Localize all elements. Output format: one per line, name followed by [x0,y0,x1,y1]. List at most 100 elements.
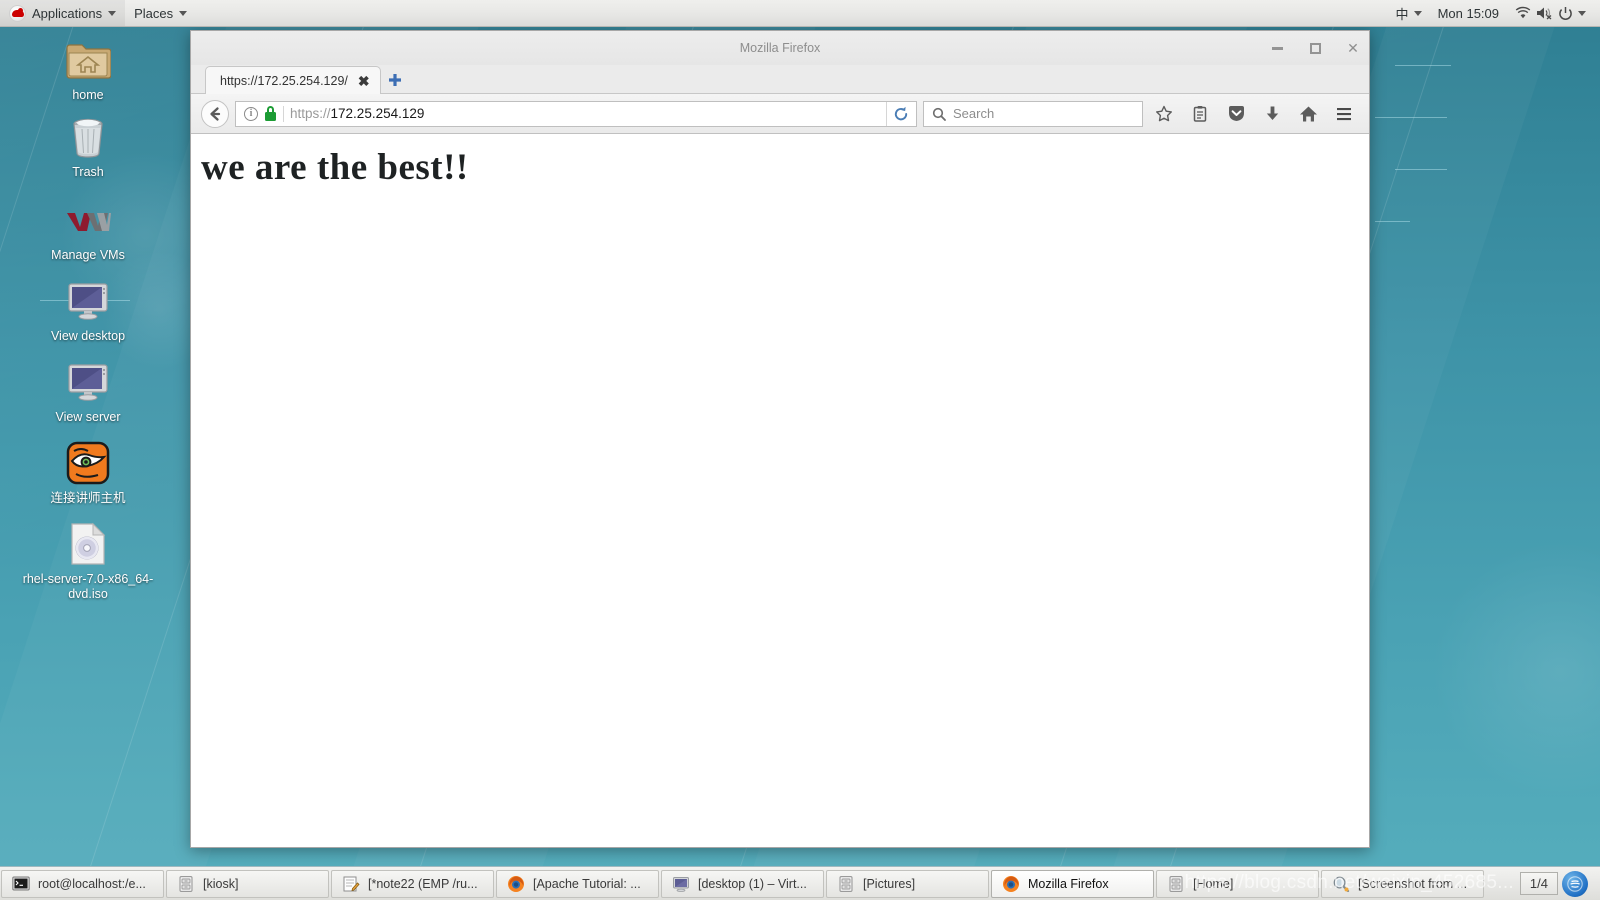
search-bar[interactable]: Search [923,100,1143,127]
terminal-icon [12,876,30,890]
desktop-icon-trash[interactable]: Trash [0,113,176,180]
maximize-button[interactable] [1307,40,1323,56]
show-desktop-icon[interactable] [1562,870,1588,897]
taskbar-item-mozilla-firefox[interactable]: Mozilla Firefox [991,869,1154,898]
divider [283,105,284,122]
applications-menu-label: Applications [32,5,103,21]
taskbar-item-desktop-vm[interactable]: [desktop (1) – Virt... [661,869,824,898]
hamburger-menu-icon[interactable] [1329,99,1359,129]
desktop-icon-label: Trash [72,165,104,179]
wallpaper-line [1395,169,1447,170]
taskbar-item-label: Mozilla Firefox [1028,876,1109,891]
clock[interactable]: Mon 15:09 [1432,0,1505,26]
taskbar-item-label: [Pictures] [863,876,916,891]
wifi-icon [1515,6,1531,19]
vnc-icon [64,439,112,487]
home-icon[interactable] [1293,99,1323,129]
desktop-icon-vnc-instructor[interactable]: 连接讲师主机 [0,439,176,506]
input-method-indicator[interactable]: 中 [1390,0,1428,26]
bookmark-star-icon[interactable] [1149,99,1179,129]
padlock-secure-icon[interactable] [264,106,277,121]
chevron-down-icon [1578,10,1586,16]
screenshot-icon [1333,876,1350,892]
search-input[interactable]: Search [953,106,994,121]
redhat-logo-icon [9,4,26,22]
back-button[interactable] [201,99,229,128]
top-panel: Applications Places 中 Mon 15:09 [0,0,1600,27]
browser-tab[interactable]: https://172.25.254.129/ ✖ [205,66,381,94]
chevron-down-icon [1413,10,1422,16]
file-manager-icon [1169,875,1183,892]
chevron-down-icon [179,10,188,16]
taskbar-item-label: root@localhost:/e... [38,876,146,891]
url-input[interactable]: https://172.25.254.129 [290,106,880,121]
desktop-icon-grid: home Trash Manage VMs View desktop View … [0,36,176,612]
taskbar-item-label: [Apache Tutorial: ... [533,876,641,891]
taskbar-item-label: [Screenshot from ... [1358,876,1468,891]
desktop-icon-view-desktop[interactable]: View desktop [0,277,176,344]
desktop-icon-label: View server [55,410,121,424]
taskbar: root@localhost:/e... [kiosk] [*note22 (E… [0,866,1600,900]
reader-list-icon[interactable] [1185,99,1215,129]
reload-icon [894,106,907,120]
input-method-label: 中 [1395,6,1409,22]
desktop-icon-label: View desktop [50,329,126,343]
browser-tab-label: https://172.25.254.129/ [220,73,348,88]
reload-button[interactable] [886,101,914,126]
page-info-icon[interactable]: i [244,106,258,121]
system-status-menu[interactable] [1509,0,1592,26]
close-icon[interactable]: ✖ [358,74,370,88]
taskbar-item-label: [*note22 (EMP /ru... [368,876,478,891]
close-button[interactable]: ✕ [1345,40,1361,56]
places-menu[interactable]: Places [125,0,196,26]
firefox-window: Mozilla Firefox ✕ https://172.25.254.129… [190,30,1370,848]
taskbar-item-terminal[interactable]: root@localhost:/e... [1,869,164,898]
desktop-icon-label: rhel-server-7.0-x86_64-dvd.iso [22,572,154,601]
file-manager-icon [839,875,853,892]
page-heading: we are the best!! [201,147,469,188]
url-bar[interactable]: i https://172.25.254.129 [235,100,917,127]
new-tab-button[interactable] [381,67,409,93]
trash-icon [64,113,112,161]
firefox-icon [508,875,524,892]
back-arrow-icon [210,106,221,121]
window-title: Mozilla Firefox [739,41,821,55]
workspace-count-label: 1/4 [1519,872,1558,895]
monitor-icon [64,358,112,406]
desktop-icon-home[interactable]: home [0,36,176,103]
desktop-icon-view-server[interactable]: View server [0,358,176,425]
file-manager-icon [179,875,193,892]
workspace-indicator[interactable]: 1/4 [1512,870,1600,897]
tab-strip: https://172.25.254.129/ ✖ [191,65,1369,94]
taskbar-item-screenshot[interactable]: [Screenshot from ... [1321,869,1484,898]
taskbar-item-pictures[interactable]: [Pictures] [826,869,989,898]
desktop-icon-manage-vms[interactable]: Manage VMs [0,196,176,263]
places-menu-label: Places [134,5,174,21]
taskbar-item-apache-tutorial[interactable]: [Apache Tutorial: ... [496,869,659,898]
home-folder-icon [64,36,112,84]
iso-disc-icon [64,520,112,568]
clock-label: Mon 15:09 [1437,5,1499,21]
taskbar-item-note22[interactable]: [*note22 (EMP /ru... [331,869,494,898]
pocket-icon[interactable] [1221,99,1251,129]
wallpaper-line [1395,65,1451,66]
navigation-toolbar: i https://172.25.254.129 Search [191,94,1369,134]
power-icon [1559,6,1572,20]
taskbar-item-kiosk[interactable]: [kiosk] [166,869,329,898]
search-icon [932,107,946,121]
window-titlebar[interactable]: Mozilla Firefox ✕ [191,31,1369,65]
plus-icon [388,74,401,86]
wallpaper-line [1375,117,1447,118]
wallpaper-glow [1430,540,1600,800]
monitor-icon [673,876,689,892]
applications-menu[interactable]: Applications [0,0,126,26]
downloads-icon[interactable] [1257,99,1287,129]
panel-status-area: 中 Mon 15:09 [1390,0,1600,26]
monitor-icon [64,277,112,325]
desktop-icon-rhel-iso[interactable]: rhel-server-7.0-x86_64-dvd.iso [0,520,176,602]
desktop-icon-label: home [72,88,104,102]
taskbar-item-label: [kiosk] [203,876,239,891]
wallpaper-line [1375,221,1410,222]
minimize-button[interactable] [1269,40,1285,56]
taskbar-item-home[interactable]: [Home] [1156,869,1319,898]
